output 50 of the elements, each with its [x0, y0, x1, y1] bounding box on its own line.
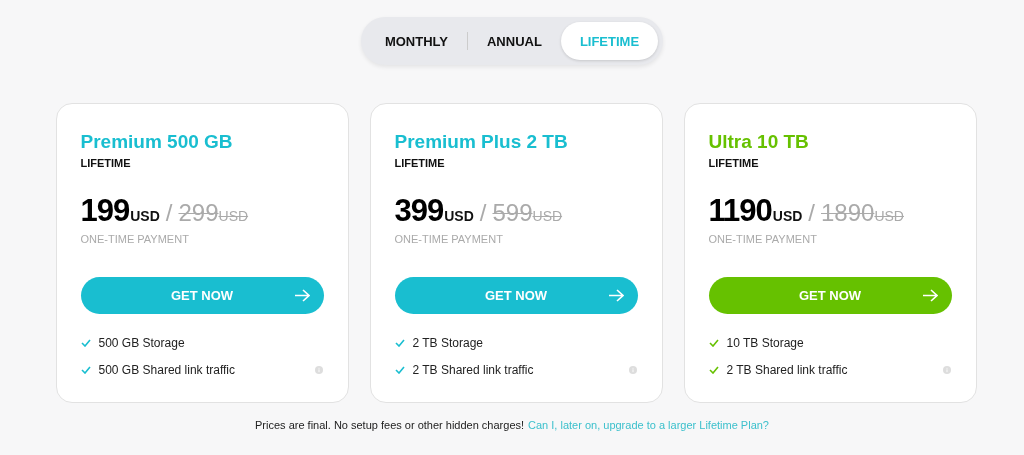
- check-icon: [394, 339, 405, 347]
- old-price: 1890: [821, 199, 875, 227]
- old-currency: USD: [218, 208, 249, 224]
- get-now-button[interactable]: GET NOW: [708, 277, 952, 314]
- price: 199: [80, 193, 130, 229]
- feature-text: 10 TB Storage: [726, 336, 804, 350]
- plan-name: Premium 500 GB: [80, 131, 234, 153]
- currency: USD: [130, 208, 160, 224]
- footer-note: Prices are final. No setup fees or other hidden charges!: [255, 419, 525, 431]
- feature-text: 2 TB Storage: [412, 336, 483, 350]
- arrow-right-icon: [608, 289, 624, 302]
- info-icon[interactable]: [941, 366, 952, 374]
- feature-text: 2 TB Shared link traffic: [412, 363, 534, 377]
- billing-tab[interactable]: LIFETIME: [560, 22, 659, 60]
- check-icon: [394, 366, 405, 374]
- feature-text: 500 GB Shared link traffic: [98, 363, 236, 377]
- old-price: 299: [178, 199, 219, 227]
- slash: /: [479, 199, 487, 227]
- feature-text: 2 TB Shared link traffic: [726, 363, 848, 377]
- slash: /: [165, 199, 173, 227]
- price-note: ONE-TIME PAYMENT: [708, 233, 817, 245]
- price-note: ONE-TIME PAYMENT: [394, 233, 503, 245]
- plan-name: Premium Plus 2 TB: [394, 131, 569, 153]
- old-price: 599: [492, 199, 533, 227]
- plan-period: LIFETIME: [394, 157, 445, 169]
- info-icon[interactable]: [627, 366, 638, 374]
- plan-name: Ultra 10 TB: [708, 131, 810, 153]
- arrow-right-icon: [922, 289, 938, 302]
- get-now-button[interactable]: GET NOW: [394, 277, 638, 314]
- plan-period: LIFETIME: [708, 157, 759, 169]
- upgrade-link[interactable]: Can I, later on, upgrade to a larger Lifetime Plan?: [528, 419, 769, 431]
- billing-tab[interactable]: ANNUAL: [468, 22, 561, 60]
- currency: USD: [772, 208, 803, 224]
- price: 1190: [708, 193, 772, 229]
- slash: /: [808, 199, 815, 227]
- get-now-button[interactable]: GET NOW: [80, 277, 324, 314]
- old-currency: USD: [532, 208, 563, 224]
- billing-tab[interactable]: MONTHLY: [365, 22, 467, 60]
- check-icon: [80, 366, 91, 374]
- price-note: ONE-TIME PAYMENT: [80, 233, 189, 245]
- currency: USD: [444, 208, 474, 224]
- feature-text: 500 GB Storage: [98, 336, 185, 350]
- price: 399: [394, 193, 444, 229]
- info-icon[interactable]: [313, 366, 324, 374]
- check-icon: [80, 339, 91, 347]
- check-icon: [708, 339, 719, 347]
- plan-period: LIFETIME: [80, 157, 131, 169]
- arrow-right-icon: [294, 289, 310, 302]
- check-icon: [708, 366, 719, 374]
- old-currency: USD: [874, 208, 904, 224]
